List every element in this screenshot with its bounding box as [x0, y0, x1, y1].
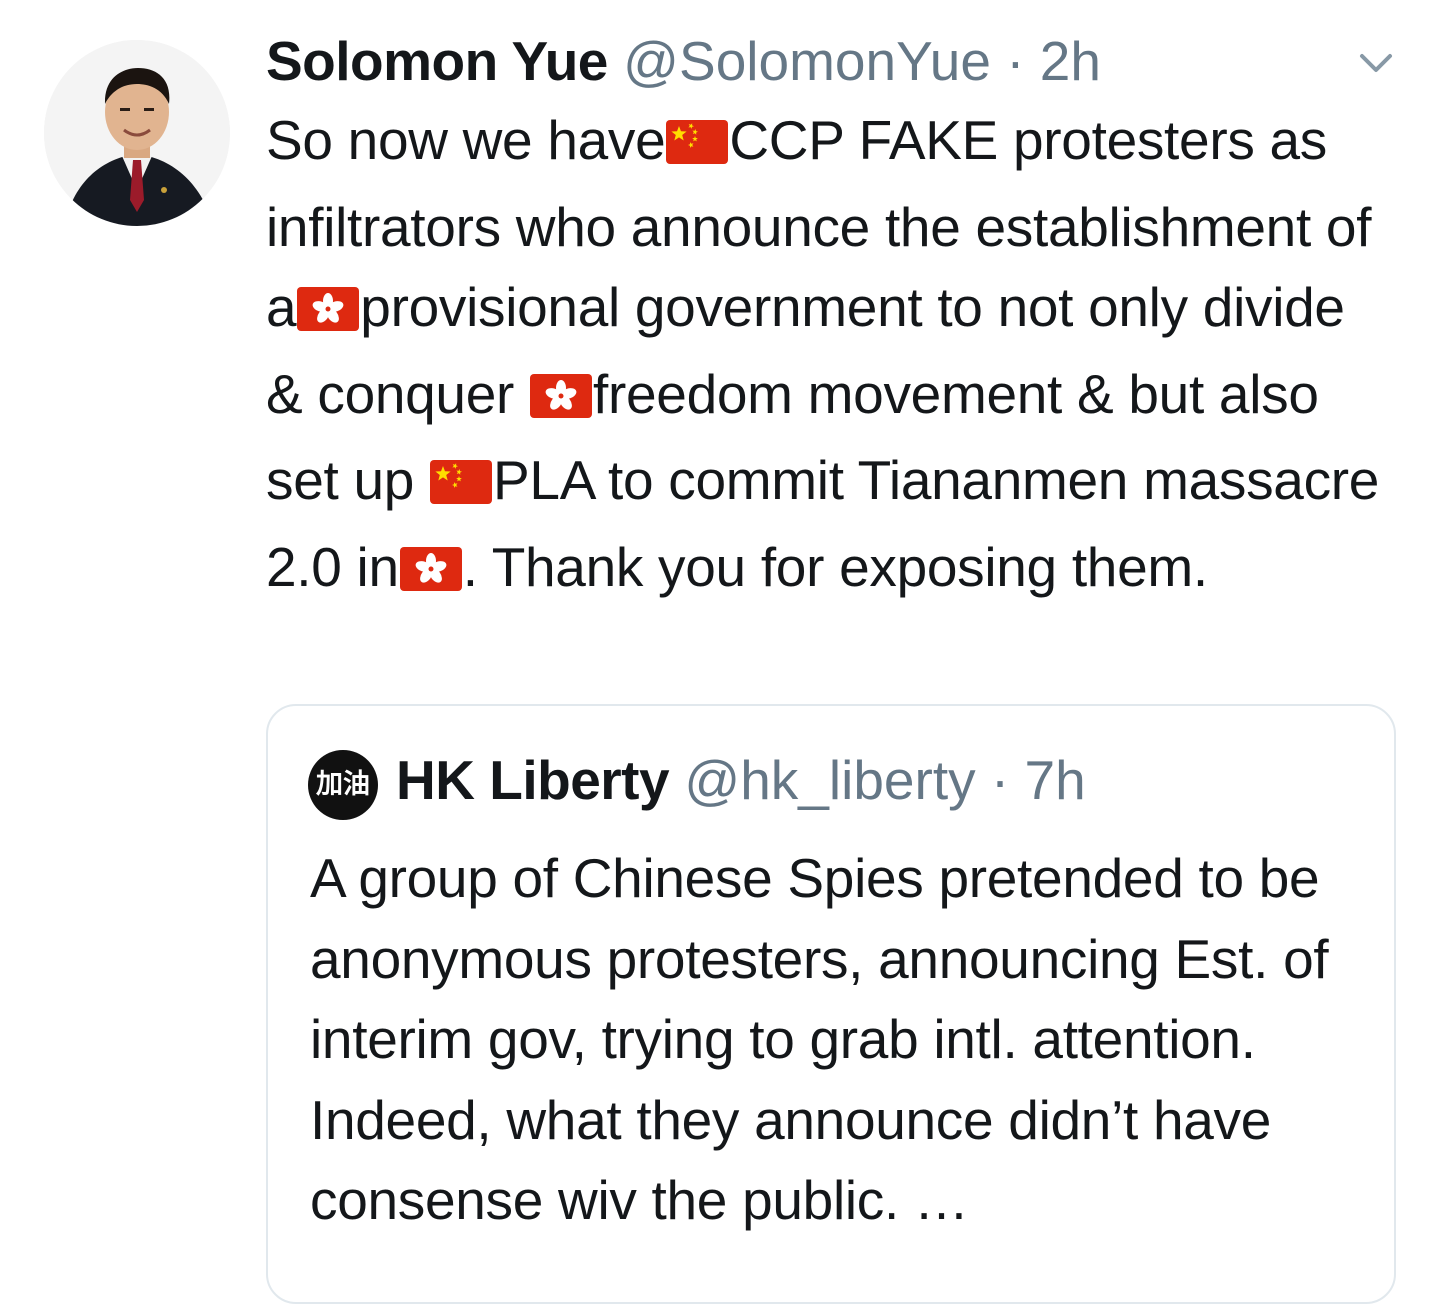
tweet-text-segment: . Thank you for exposing them. — [462, 535, 1208, 598]
china-flag-icon — [665, 106, 729, 187]
author-name[interactable]: Solomon Yue — [266, 30, 608, 92]
quoted-header-separator: · — [990, 749, 1010, 811]
author-handle[interactable]: @SolomonYue — [623, 30, 991, 92]
quoted-author-avatar[interactable]: 加油 — [308, 750, 378, 820]
hong-kong-flag-icon — [399, 533, 463, 614]
header-separator: · — [1006, 30, 1025, 92]
tweet-time[interactable]: 2h — [1040, 30, 1101, 92]
hong-kong-flag-icon — [296, 273, 360, 354]
author-avatar[interactable] — [44, 40, 230, 226]
tweet-text-segment: So now we have — [266, 109, 666, 171]
chevron-down-icon[interactable] — [1358, 50, 1394, 76]
quoted-tweet-header: HK Liberty @hk_liberty · 7h — [396, 744, 1086, 816]
china-flag-icon — [429, 446, 493, 527]
hong-kong-flag-icon — [529, 360, 593, 441]
quoted-tweet-time: 7h — [1024, 749, 1086, 811]
tweet-text: So now we have CCP FAKE protesters as inf… — [266, 100, 1396, 613]
quoted-author-name[interactable]: HK Liberty — [396, 749, 670, 811]
quoted-avatar-text: 加油 — [316, 769, 370, 800]
tweet-header: Solomon Yue @SolomonYue · 2h — [266, 28, 1101, 94]
quoted-tweet-text: A group of Chinese Spies pretended to be… — [310, 847, 1329, 1231]
quoted-author-handle[interactable]: @hk_liberty — [684, 749, 975, 811]
quoted-tweet-card[interactable]: 加油 HK Liberty @hk_liberty · 7h A group o… — [266, 704, 1396, 1304]
